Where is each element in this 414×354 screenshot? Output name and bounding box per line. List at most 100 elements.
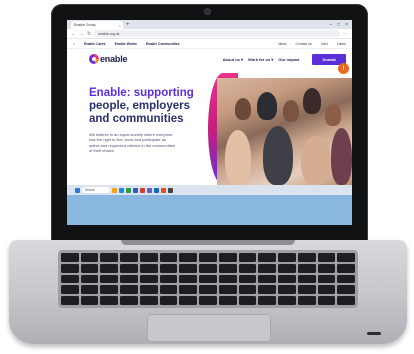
- keyboard-key: [61, 274, 79, 284]
- minimize-icon[interactable]: –: [329, 21, 332, 29]
- keyboard-key: [120, 296, 138, 305]
- nav-work-for-us[interactable]: Work for us ▾: [248, 57, 273, 62]
- laptop-hinge: [121, 240, 295, 245]
- keyboard-key: [317, 285, 336, 295]
- home-icon[interactable]: ⌂: [73, 42, 75, 46]
- keyboard-key: [139, 274, 158, 284]
- keyboard-key: [297, 253, 316, 262]
- top-link-communities[interactable]: Enable Communities: [146, 42, 180, 46]
- utility-link-jobs[interactable]: Jobs: [321, 42, 328, 46]
- photo-person: [257, 92, 277, 120]
- teams-icon[interactable]: [147, 187, 152, 193]
- keyboard-key: [337, 285, 355, 295]
- keyboard-key: [61, 285, 79, 295]
- keyboard-key: [199, 274, 217, 284]
- keyboard-key: [100, 263, 119, 273]
- keyboard-key: [61, 253, 79, 262]
- keyboard-key: [218, 296, 237, 305]
- enable-logo[interactable]: enable: [89, 54, 128, 64]
- start-icon[interactable]: [75, 187, 80, 193]
- browser-menu-icon[interactable]: ⋯: [343, 31, 348, 37]
- taskbar-search[interactable]: Search: [82, 187, 110, 193]
- forward-icon[interactable]: →: [79, 31, 84, 37]
- keyboard-key: [159, 274, 178, 284]
- keyboard-key: [317, 274, 336, 284]
- utility-link-listen[interactable]: Listen: [337, 42, 346, 46]
- window-controls: – □ ×: [329, 21, 352, 29]
- webcam: [205, 9, 210, 14]
- excel-icon[interactable]: [126, 187, 131, 193]
- utility-link-news[interactable]: News: [278, 42, 286, 46]
- keyboard-key: [100, 253, 119, 262]
- tab-close-icon[interactable]: ×: [119, 23, 121, 28]
- sleep-indicator: [367, 332, 381, 335]
- photo-person: [225, 130, 251, 185]
- tab-title: Enable Group: [74, 23, 96, 27]
- edge-icon[interactable]: [119, 187, 124, 193]
- keyboard-key: [258, 263, 277, 273]
- chrome-icon[interactable]: [161, 187, 166, 193]
- top-link-works[interactable]: Enable Works: [115, 42, 137, 46]
- keyboard-key: [100, 296, 119, 305]
- keyboard-key: [61, 296, 79, 305]
- chat-icon[interactable]: !: [338, 63, 349, 74]
- keyboard-key: [80, 274, 99, 284]
- keyboard-key: [337, 263, 355, 273]
- photo-person: [263, 126, 293, 185]
- keyboard-key: [278, 296, 296, 305]
- keyboard-key: [337, 274, 355, 284]
- taskbar-search-label: Search: [85, 188, 96, 192]
- keyboard-key: [317, 296, 336, 305]
- keyboard-key: [317, 263, 336, 273]
- keyboard-key: [218, 253, 237, 262]
- keyboard-key: [159, 285, 178, 295]
- keyboard-key: [139, 253, 158, 262]
- file-explorer-icon[interactable]: [112, 187, 117, 193]
- keyboard-key: [218, 263, 237, 273]
- laptop-lid: Enable Group × + – □ × ← → ↻ enable.org.…: [51, 4, 368, 242]
- reload-icon[interactable]: ↻: [87, 31, 91, 37]
- desktop-wallpaper: [67, 195, 352, 225]
- word-icon[interactable]: [133, 187, 138, 193]
- top-link-cares[interactable]: Enable Cares: [84, 42, 106, 46]
- keyboard-key: [179, 296, 198, 305]
- hero-title: Enable: supporting people, employers and…: [89, 87, 199, 126]
- keyboard-key: [139, 285, 158, 295]
- keyboard-key: [199, 296, 217, 305]
- keyboard-key: [258, 253, 277, 262]
- keyboard-key: [238, 263, 257, 273]
- hero-title-rest: people, employers and communities: [89, 100, 190, 125]
- keyboard-key: [139, 263, 158, 273]
- keyboard-key: [258, 274, 277, 284]
- keyboard-key: [159, 296, 178, 305]
- site-navbar: enable About us ▾ Work for us ▾ Our impa…: [67, 49, 352, 69]
- nav-our-impact[interactable]: Our impact: [278, 57, 299, 62]
- nav-about-us[interactable]: About us ▾: [223, 57, 243, 62]
- keyboard-key: [278, 274, 296, 284]
- keyboard-key: [199, 285, 217, 295]
- close-window-icon[interactable]: ×: [345, 21, 348, 29]
- settings-icon[interactable]: [168, 187, 173, 193]
- keyboard-key: [179, 253, 198, 262]
- url-input[interactable]: enable.org.uk: [94, 30, 340, 37]
- keyboard-key: [120, 274, 138, 284]
- back-icon[interactable]: ←: [71, 31, 76, 37]
- outlook-icon[interactable]: [154, 187, 159, 193]
- keyboard-key: [120, 285, 138, 295]
- maximize-icon[interactable]: □: [337, 21, 340, 29]
- powerpoint-icon[interactable]: [140, 187, 145, 193]
- new-tab-icon[interactable]: +: [126, 21, 130, 29]
- website: ⌂ Enable Cares Enable Works Enable Commu…: [67, 39, 352, 185]
- keyboard-key: [238, 274, 257, 284]
- laptop-base: [9, 240, 407, 344]
- keyboard-key: [179, 274, 198, 284]
- keyboard-key: [258, 285, 277, 295]
- utility-link-contact[interactable]: Contact us: [296, 42, 312, 46]
- utility-links: News Contact us Jobs Listen: [278, 42, 346, 46]
- keyboard-key: [278, 263, 296, 273]
- browser-tab[interactable]: Enable Group ×: [71, 21, 123, 29]
- keyboard-key: [337, 253, 355, 262]
- hero-title-highlight: Enable: supporting: [89, 87, 194, 99]
- keyboard-key: [278, 253, 296, 262]
- keyboard-key: [120, 263, 138, 273]
